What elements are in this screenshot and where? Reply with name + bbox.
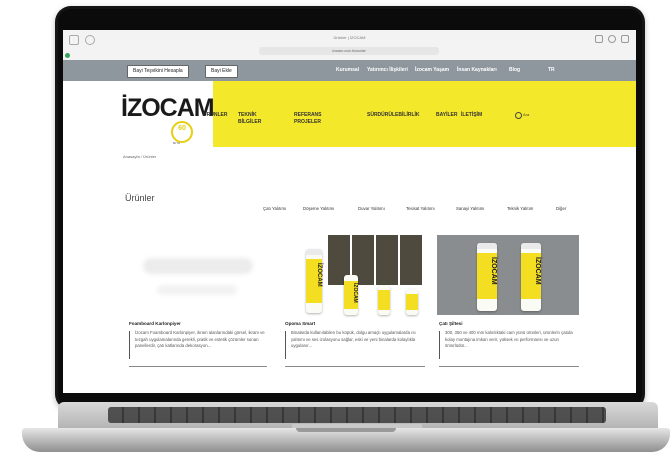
product-image[interactable]: İZOCAM İZOCAM	[437, 235, 579, 315]
laptop-keyboard	[108, 407, 606, 423]
breadcrumb[interactable]: Anasayfa / Ürünler	[123, 154, 156, 159]
nav-products[interactable]: ÜRÜNLER	[203, 112, 227, 119]
product-can: İZOCAM	[344, 275, 358, 315]
topbar-link-blog[interactable]: Blog	[509, 67, 520, 73]
category-wall[interactable]: Duvar Yalıtımı	[358, 206, 385, 211]
page-title: Ürünler	[125, 193, 155, 203]
category-tabs: Çatı Yalıtımı Döşeme Yalıtımı Duvar Yalı…	[263, 206, 633, 214]
product-can: İZOCAM	[306, 249, 322, 313]
product-description: İzocam Foamboard Karlonpiyer, ikram alan…	[135, 330, 265, 349]
topbar-link-hr[interactable]: İnsan Kaynakları	[457, 67, 497, 73]
category-installation[interactable]: Tesisat Yalıtımı	[406, 206, 435, 211]
search-icon[interactable]	[515, 112, 522, 119]
nav-reference-projects[interactable]: REFERANS PROJELER	[294, 112, 342, 126]
topbar-link-life[interactable]: İzocam Yaşam	[415, 67, 449, 73]
share-icon[interactable]	[595, 35, 603, 43]
category-floor[interactable]: Döşeme Yalıtımı	[303, 206, 334, 211]
add-tab-icon[interactable]	[608, 35, 616, 43]
category-other[interactable]: Diğer	[556, 206, 566, 211]
browser-tab-title: Ürünler | İZOCAM	[333, 35, 366, 40]
nav-technical-info[interactable]: TEKNİK BİLGİLER	[238, 112, 278, 126]
anniversary-badge-icon: 60	[171, 121, 193, 143]
product-can: İZOCAM	[477, 243, 497, 311]
category-roof[interactable]: Çatı Yalıtımı	[263, 206, 286, 211]
product-image[interactable]	[125, 235, 267, 315]
search-label[interactable]: Ara	[523, 112, 529, 117]
laptop-screen: Ürünler | İZOCAM izocam.com.tr/urunler B…	[63, 30, 636, 393]
product-description: 300, 350 ve 400 mm kalınlıktaki cam yünü…	[445, 330, 573, 349]
category-industry[interactable]: Sanayi Yalıtımı	[456, 206, 485, 211]
product-title[interactable]: Opoma Smart	[285, 321, 315, 326]
logo-subtitle: 60 YIL	[173, 142, 181, 145]
laptop-notch	[296, 428, 396, 432]
product-can	[406, 289, 418, 315]
tabs-overview-icon[interactable]	[621, 35, 629, 43]
product-image[interactable]: İZOCAM İZOCAM	[282, 235, 424, 315]
status-dot	[65, 53, 70, 58]
product-can: İZOCAM	[521, 243, 541, 311]
nav-contact[interactable]: İLETİŞİM	[461, 112, 482, 119]
site-logo[interactable]: İZOCAM	[121, 96, 215, 121]
product-title[interactable]: Çatı Şiltesi	[439, 321, 463, 326]
nav-dealers[interactable]: BAYİLER	[436, 112, 458, 119]
nav-sustainability[interactable]: SÜRDÜRÜLEBİLİRLİK	[367, 112, 420, 119]
url-bar[interactable]: izocam.com.tr/urunler	[259, 47, 439, 55]
product-description: Binalarda kullanılabilen bu köpük, dolgu…	[291, 330, 416, 349]
topbar-link-corporate[interactable]: Kurumsal	[336, 67, 359, 73]
category-technical[interactable]: Teknik Yalıtım	[507, 206, 533, 211]
site-topbar: Bayi Teşvikini Hesapla Bayi Ekle Kurumsa…	[63, 60, 636, 81]
url-text: izocam.com.tr/urunler	[332, 49, 366, 53]
add-dealer-button[interactable]: Bayi Ekle	[205, 65, 238, 78]
language-selector[interactable]: TR	[548, 67, 555, 73]
dealer-incentive-button[interactable]: Bayi Teşvikini Hesapla	[127, 65, 189, 78]
product-can	[378, 285, 390, 315]
topbar-link-investors[interactable]: Yatırımcı İlişkileri	[367, 67, 408, 73]
browser-toolbar: Ürünler | İZOCAM izocam.com.tr/urunler	[63, 30, 636, 61]
product-title[interactable]: Foamboard Karlonpiyer	[129, 321, 181, 326]
